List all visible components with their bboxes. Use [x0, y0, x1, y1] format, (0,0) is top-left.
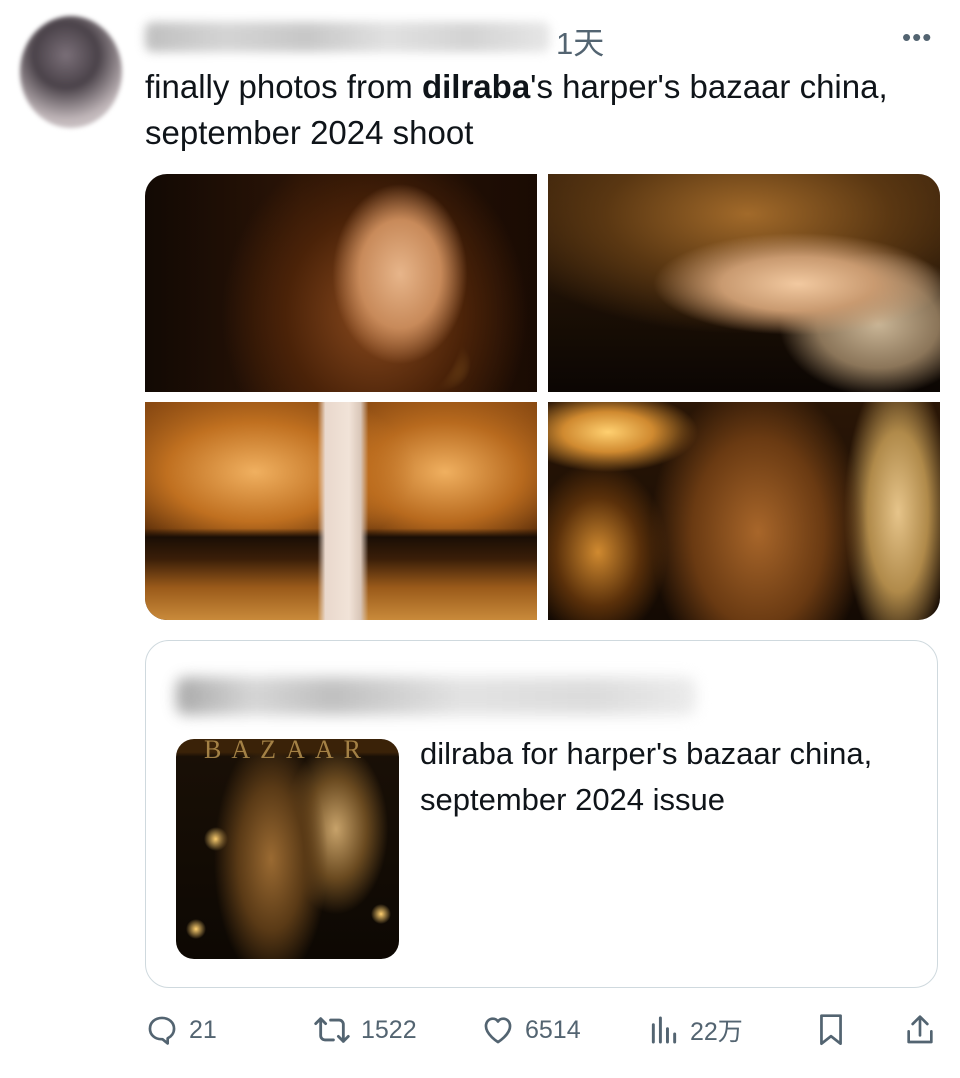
- like-count: 6514: [525, 1015, 581, 1044]
- views-count: 22万: [690, 1018, 743, 1046]
- action-bar: 21 1522 6514 22万: [145, 1008, 940, 1052]
- quoted-thumbnail[interactable]: BAZAAR: [176, 739, 399, 959]
- tweet-text-part: finally photos from: [145, 68, 422, 105]
- bookmark-button[interactable]: [816, 1008, 846, 1052]
- quoted-author-blurred: [176, 677, 696, 715]
- reply-count: 21: [189, 1015, 217, 1044]
- photo-1[interactable]: [145, 174, 537, 392]
- share-button[interactable]: [904, 1008, 936, 1052]
- heart-icon: [481, 1013, 515, 1047]
- bookmark-icon: [816, 1012, 846, 1048]
- photo-3[interactable]: [145, 402, 537, 620]
- photo-grid: [145, 174, 940, 620]
- photo-4[interactable]: [548, 402, 940, 620]
- share-icon: [904, 1012, 936, 1048]
- tweet-text-bold[interactable]: dilraba: [422, 68, 530, 105]
- quoted-tweet-card[interactable]: BAZAAR dilraba for harper's bazaar china…: [145, 640, 938, 988]
- more-horizontal-icon[interactable]: •••: [902, 22, 932, 53]
- tweet-text: finally photos from dilraba's harper's b…: [145, 64, 935, 156]
- reply-icon: [145, 1013, 179, 1047]
- views-chart-icon: [648, 1013, 680, 1047]
- author-name-blurred[interactable]: [145, 22, 550, 52]
- retweet-count: 1522: [361, 1015, 417, 1044]
- magazine-masthead: BAZAAR: [204, 739, 371, 764]
- retweet-icon: [313, 1013, 351, 1047]
- tweet-time[interactable]: 1天: [556, 18, 604, 63]
- views-button[interactable]: 22万: [648, 1008, 743, 1052]
- quoted-tweet-text: dilraba for harper's bazaar china, septe…: [420, 736, 873, 817]
- like-button[interactable]: 6514: [481, 1008, 581, 1052]
- reply-button[interactable]: 21: [145, 1008, 217, 1052]
- author-avatar[interactable]: [20, 16, 122, 128]
- photo-2[interactable]: [548, 174, 940, 392]
- retweet-button[interactable]: 1522: [313, 1008, 417, 1052]
